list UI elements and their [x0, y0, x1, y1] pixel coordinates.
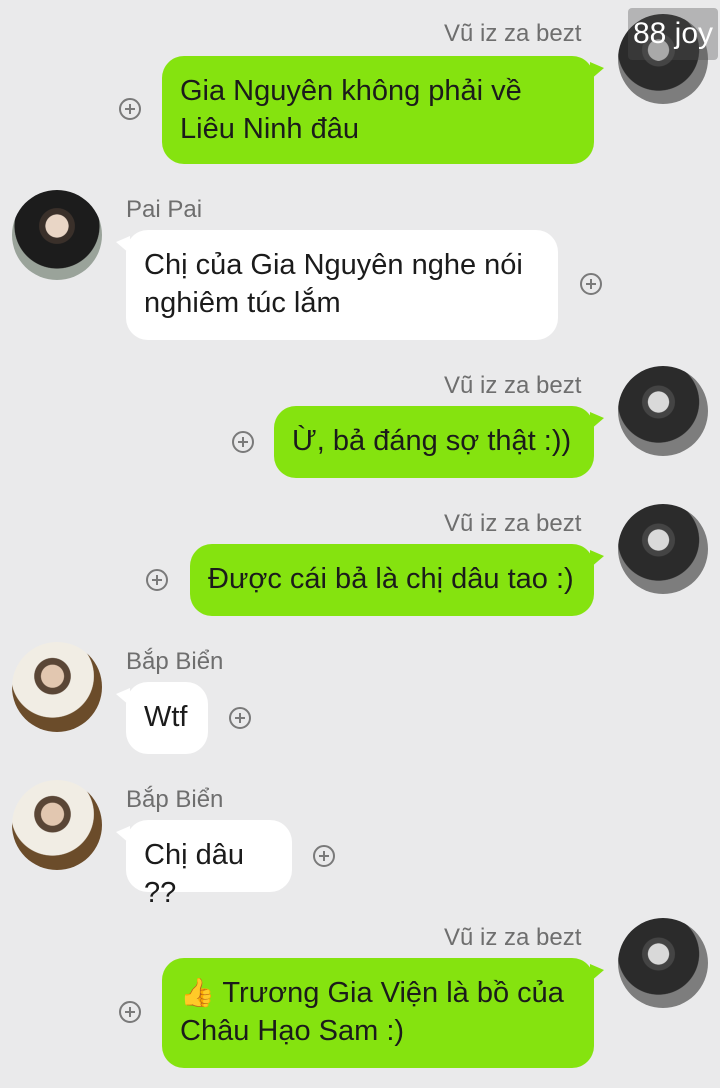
message-line: Gia Nguyên không phải về	[180, 75, 522, 107]
plus-circle-icon[interactable]	[119, 98, 141, 120]
sender-name: Pai Pai	[126, 196, 203, 223]
sender-name: Vũ iz za bezt	[444, 20, 582, 47]
message-line: Được cái bả là chị dâu tao :)	[208, 563, 574, 595]
message-bubble[interactable]: Chị của Gia Nguyên nghe nói nghiêm túc l…	[116, 230, 558, 340]
avatar-pai[interactable]	[12, 190, 102, 280]
message-line: Wtf	[144, 701, 188, 733]
plus-circle-icon[interactable]	[146, 569, 168, 591]
plus-circle-icon[interactable]	[119, 1001, 141, 1023]
thumbs-up-emoji: 👍	[180, 977, 215, 1008]
sender-name: Vũ iz za bezt	[444, 924, 582, 951]
message-line: Chị dâu ??	[144, 839, 244, 909]
message-line: Ừ, bả đáng sợ thật :))	[292, 425, 572, 457]
message-bubble[interactable]: Được cái bả là chị dâu tao :)	[190, 544, 604, 616]
sender-name: Bắp Biển	[126, 786, 224, 813]
sender-name: Bắp Biển	[126, 648, 224, 675]
avatar-bap[interactable]	[12, 780, 102, 870]
avatar-vu[interactable]	[618, 504, 708, 594]
message-line: nghiêm túc lắm	[144, 287, 341, 319]
message-line: Châu Hạo Sam :)	[180, 1015, 405, 1047]
message-bubble[interactable]: Chị dâu ??	[116, 820, 292, 909]
plus-circle-icon[interactable]	[232, 431, 254, 453]
message-bubble[interactable]: Ừ, bả đáng sợ thật :))	[274, 406, 604, 478]
avatar-vu[interactable]	[618, 918, 708, 1008]
message-bubble[interactable]: 👍 Trương Gia Viện là bồ của Châu Hạo Sam…	[162, 958, 604, 1068]
watermark: 88 joy	[628, 8, 718, 60]
sender-name: Vũ iz za bezt	[444, 510, 582, 537]
message-line: Trương Gia Viện là bồ của	[222, 977, 564, 1009]
message-bubble[interactable]: Wtf	[116, 682, 208, 754]
message-line-1: 👍 Trương Gia Viện là bồ của	[180, 974, 576, 1012]
message-bubble[interactable]: Gia Nguyên không phải về Liêu Ninh đâu	[162, 56, 604, 164]
avatar-vu[interactable]	[618, 366, 708, 456]
message-line: Chị của Gia Nguyên nghe nói	[144, 249, 523, 281]
avatar-bap[interactable]	[12, 642, 102, 732]
plus-circle-icon[interactable]	[580, 273, 602, 295]
plus-circle-icon[interactable]	[313, 845, 335, 867]
sender-name: Vũ iz za bezt	[444, 372, 582, 399]
plus-circle-icon[interactable]	[229, 707, 251, 729]
message-line: Liêu Ninh đâu	[180, 113, 359, 145]
